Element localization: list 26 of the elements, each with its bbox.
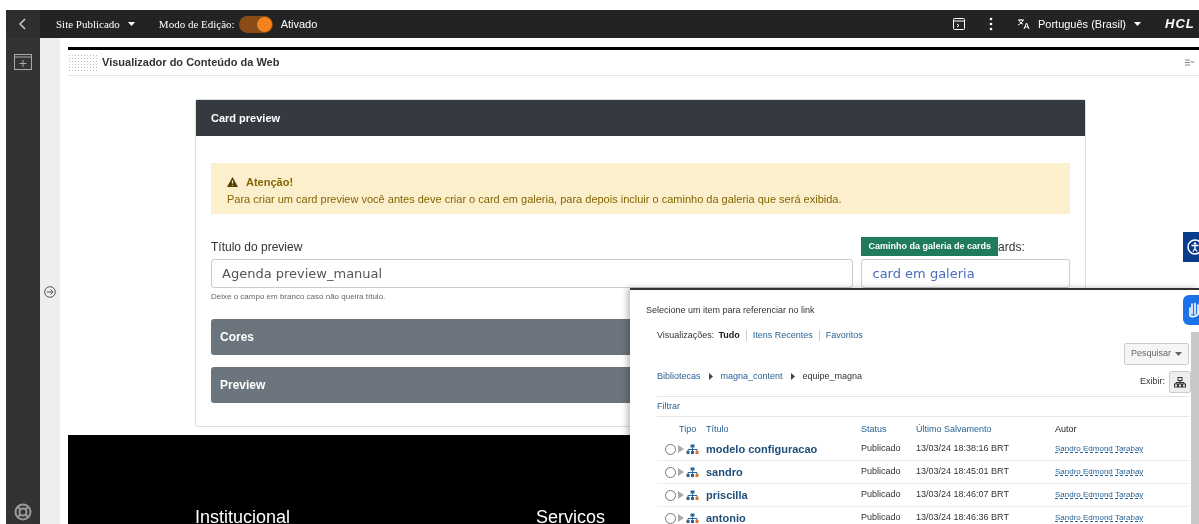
edit-mode-status: Ativado <box>280 16 318 32</box>
field-label: Título do preview <box>211 239 303 256</box>
status-text: Publicado <box>861 512 901 523</box>
help-text: Deixe o campo em branco caso não queira título. <box>211 291 387 303</box>
views-label: Visualizações: <box>657 329 715 342</box>
logo: HCL <box>1165 15 1196 34</box>
display-label: Exibir: <box>1140 375 1165 389</box>
breadcrumb-current: equipe_magna <box>802 370 863 383</box>
alert-message: Para criar um card preview você antes deve criar o card em galeria, para depois incluir o caminho da galeria que será exibida. <box>227 191 843 207</box>
date-text: 13/03/24 18:38:16 BRT <box>916 443 1009 454</box>
alert-title: Atenção! <box>246 175 294 190</box>
panel-header: Card preview <box>196 100 1085 136</box>
date-text: 13/03/24 18:46:07 BRT <box>916 489 1009 500</box>
portlet-title: Visualizador do Conteúdo da Web <box>102 55 280 71</box>
status-text: Publicado <box>861 466 901 477</box>
footer-heading: Servicos <box>536 506 606 524</box>
status-text: Publicado <box>861 443 901 454</box>
column-header: Autor <box>1055 423 1077 434</box>
edit-mode-label: Modo de Edição: <box>158 16 235 32</box>
dialog-prompt: Selecione um item para referenciar no link <box>646 304 815 317</box>
date-text: 13/03/24 18:45:01 BRT <box>916 466 1009 477</box>
field-label: ards: <box>998 239 1025 256</box>
date-text: 13/03/24 18:46:36 BRT <box>916 512 1009 523</box>
footer-heading: Institucional <box>195 506 291 524</box>
tooltip: Caminho da galeria de cards <box>861 236 999 256</box>
status-text: Publicado <box>861 489 901 500</box>
